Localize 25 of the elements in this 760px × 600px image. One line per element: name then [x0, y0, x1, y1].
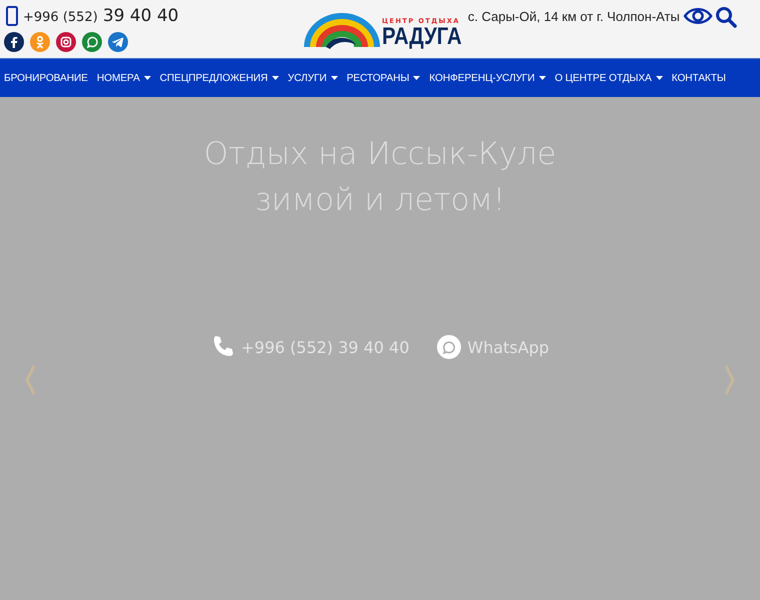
nav-link[interactable]: РЕСТОРАНЫ [346, 72, 420, 84]
caret-icon [538, 76, 546, 80]
logo-name: РАДУГА [382, 25, 462, 49]
eye-icon[interactable] [682, 6, 713, 26]
telegram-icon[interactable] [108, 32, 128, 52]
nav-link[interactable]: НОМЕРА [96, 72, 151, 84]
nav-link[interactable]: КОНТАКТЫ [672, 72, 726, 84]
caret-icon [144, 76, 151, 80]
address-text: с. Сары-Ой, 14 км от г. Чолпон-Аты [468, 8, 680, 24]
search-icon[interactable] [714, 6, 737, 28]
nav-link[interactable]: КОНФЕРЕНЦ-УСЛУГИ [429, 72, 546, 84]
nav-link[interactable]: БРОНИРОВАНИЕ [4, 72, 88, 84]
mobile-phone-icon [6, 6, 18, 26]
phone-number[interactable]: +996 (552) 39 40 40 [23, 6, 179, 26]
caret-icon [413, 76, 420, 80]
nav-link[interactable]: СПЕЦПРЕДЛОЖЕНИЯ [160, 72, 279, 84]
caret-icon [656, 76, 663, 80]
facebook-icon[interactable] [4, 32, 24, 52]
nav-link[interactable]: О ЦЕНТРЕ ОТДЫХА [554, 72, 663, 84]
nav-link[interactable]: УСЛУГИ [288, 72, 338, 84]
whatsapp-icon[interactable] [82, 32, 102, 52]
instagram-icon[interactable] [56, 32, 76, 52]
whatsapp-icon [437, 335, 462, 359]
caret-icon [272, 76, 279, 80]
caret-icon [330, 76, 338, 80]
